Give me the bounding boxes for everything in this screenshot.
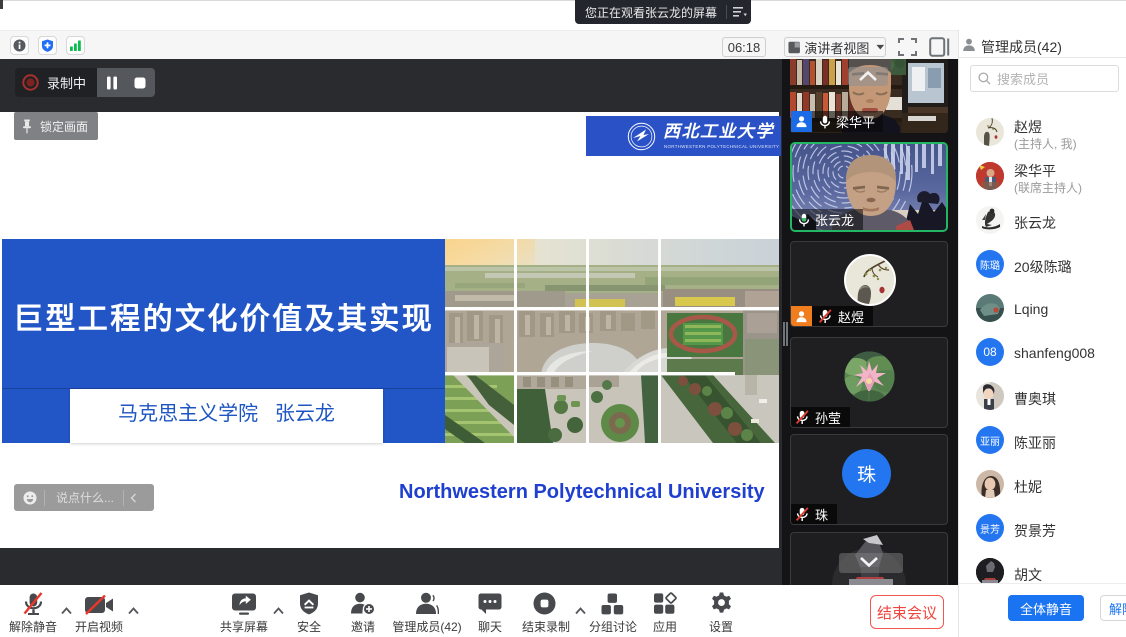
- svg-text:西北工业大学: 西北工业大学: [663, 122, 775, 141]
- svg-text:NORTHWESTERN POLYTECHNICAL U: NORTHWESTERN POLYTECHNICAL UNIVERSITY: [664, 144, 779, 149]
